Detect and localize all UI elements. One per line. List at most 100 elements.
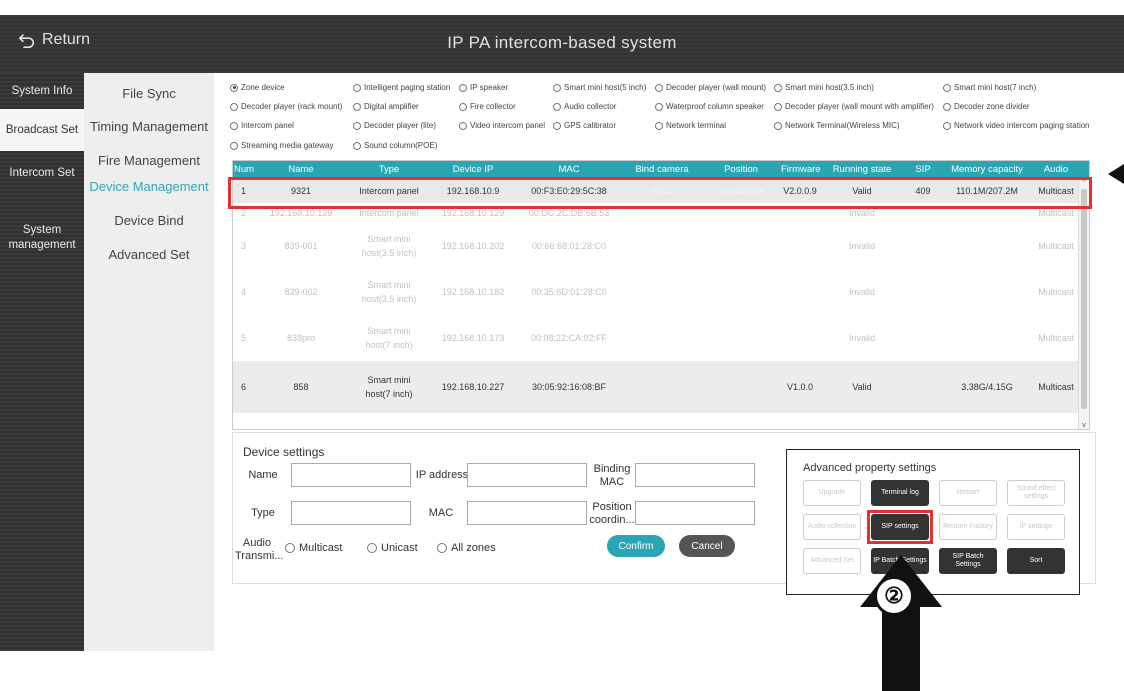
audio-transmission-label: Audio Transmi... — [235, 537, 284, 562]
device-type-filter: Zone device Intelligent paging station I… — [230, 81, 1120, 171]
secondary-nav: File Sync Timing Management Fire Managem… — [84, 73, 214, 651]
radio-device-type[interactable]: Smart mini host(3.5 inch) — [774, 83, 874, 92]
type-input[interactable] — [291, 501, 411, 525]
pointer-arrow-icon — [1108, 164, 1124, 184]
header-bar: Return IP PA intercom-based system — [0, 15, 1124, 73]
radio-dot — [655, 102, 663, 111]
table-row[interactable]: 3 839-001 Smart mini host(3.5 inch) 192.… — [233, 223, 1089, 269]
restart-button[interactable]: Restart — [939, 480, 997, 506]
nav-intercom-set[interactable]: Intercom Set — [0, 153, 84, 193]
sip-batch-settings-button[interactable]: SIP Batch Settings — [939, 548, 997, 574]
radio-device-type[interactable]: Sound column(POE) — [353, 141, 437, 150]
cancel-button[interactable]: Cancel — [679, 535, 735, 557]
binding-mac-input[interactable] — [635, 463, 755, 487]
radio-dot — [353, 102, 361, 111]
sip-settings-highlight — [867, 510, 933, 544]
binding-mac-label: Binding MAC — [593, 463, 631, 488]
nav-broadcast-set[interactable]: Broadcast Set — [0, 109, 84, 151]
chevron-down-icon[interactable]: v — [1080, 422, 1088, 429]
radio-device-type[interactable]: Fire collector — [459, 102, 516, 111]
audio-option-multicast[interactable]: Multicast — [285, 542, 342, 554]
page-title: IP PA intercom-based system — [447, 33, 677, 52]
radio-device-type[interactable]: Decoder player (wall mount) — [655, 83, 766, 92]
audio-option-all-zones[interactable]: All zones — [437, 542, 496, 554]
radio-dot — [437, 543, 447, 553]
nav-advanced-set[interactable]: Advanced Set — [84, 247, 214, 262]
radio-dot — [655, 121, 663, 130]
radio-device-type[interactable]: Network terminal — [655, 121, 726, 130]
radio-dot — [459, 83, 467, 92]
ip-settings-button[interactable]: IP settings — [1007, 514, 1065, 540]
radio-device-type[interactable]: Streaming media gateway — [230, 141, 334, 150]
nav-timing-management[interactable]: Timing Management — [84, 119, 214, 134]
radio-device-type[interactable]: Video intercom panel — [459, 121, 545, 130]
radio-device-type[interactable]: Decoder player (rack mount) — [230, 102, 342, 111]
name-label: Name — [248, 469, 278, 481]
selected-row-highlight — [228, 177, 1092, 209]
radio-device-type[interactable]: Decoder player (wall mount with amplifie… — [774, 102, 934, 111]
primary-nav: System Info Broadcast Set Intercom Set S… — [0, 73, 84, 651]
scroll-thumb[interactable] — [1081, 189, 1087, 409]
radio-dot — [459, 102, 467, 111]
radio-device-type[interactable]: Waterproof column speaker — [655, 102, 764, 111]
radio-device-type[interactable]: Smart mini host(5 inch) — [553, 83, 646, 92]
terminal-log-button[interactable]: Terminal log — [871, 480, 929, 506]
position-input[interactable] — [635, 501, 755, 525]
audio-collection-button[interactable]: Audio collection — [803, 514, 861, 540]
audio-option-unicast[interactable]: Unicast — [367, 542, 418, 554]
radio-device-type[interactable]: Decoder player (lite) — [353, 121, 436, 130]
type-label: Type — [251, 507, 275, 519]
nav-device-management[interactable]: Device Management — [84, 179, 214, 194]
position-label: Position coordin... — [589, 501, 635, 526]
table-row[interactable]: 4 839-002 Smart mini host(3.5 inch) 192.… — [233, 269, 1089, 315]
radio-dot — [285, 543, 295, 553]
upgrade-button[interactable]: Upgrade — [803, 480, 861, 506]
radio-device-type[interactable]: Intelligent paging station — [353, 83, 450, 92]
radio-dot — [367, 543, 377, 553]
radio-dot — [230, 102, 238, 111]
step-marker: ② — [874, 576, 914, 616]
radio-dot — [353, 141, 361, 150]
confirm-button[interactable]: Confirm — [607, 535, 665, 557]
device-settings-title: Device settings — [243, 445, 325, 459]
radio-device-type[interactable]: Audio collector — [553, 102, 616, 111]
radio-dot — [353, 121, 361, 130]
nav-device-bind[interactable]: Device Bind — [84, 213, 214, 228]
nav-system-info[interactable]: System Info — [0, 73, 84, 109]
table-row[interactable]: 6 858 Smart mini host(7 inch) 192.168.10… — [233, 361, 1089, 413]
radio-device-type[interactable]: Zone device — [230, 83, 285, 92]
radio-device-type[interactable]: Decoder zone divider — [943, 102, 1030, 111]
radio-device-type[interactable]: Intercom panel — [230, 121, 294, 130]
sound-effect-settings-button[interactable]: Sound effect settings — [1007, 480, 1065, 506]
radio-device-type[interactable]: IP speaker — [459, 83, 508, 92]
radio-device-type[interactable]: Digital amplifier — [353, 102, 419, 111]
advanced-property-title: Advanced property settings — [803, 462, 937, 474]
radio-dot — [655, 83, 663, 92]
radio-dot — [943, 102, 951, 111]
radio-dot — [774, 121, 782, 130]
table-row[interactable]: 5 838pro Smart mini host(7 inch) 192.168… — [233, 315, 1089, 361]
radio-device-type[interactable]: Network Terminal(Wireless MIC) — [774, 121, 900, 130]
nav-fire-management[interactable]: Fire Management — [84, 153, 214, 168]
radio-device-type[interactable]: GPS calibrator — [553, 121, 616, 130]
radio-dot — [553, 102, 561, 111]
table-scrollbar[interactable]: ^ v — [1078, 179, 1089, 429]
nav-file-sync[interactable]: File Sync — [84, 86, 214, 101]
ip-address-label: IP address — [415, 469, 469, 481]
radio-device-type[interactable]: Network video intercom paging station — [943, 121, 1090, 130]
radio-device-type[interactable]: Smart mini host(7 inch) — [943, 83, 1036, 92]
radio-dot — [943, 83, 951, 92]
radio-dot — [774, 83, 782, 92]
name-input[interactable] — [291, 463, 411, 487]
radio-dot — [230, 121, 238, 130]
advanced-set-button[interactable]: Advanced Set — [803, 548, 861, 574]
sort-button[interactable]: Sort — [1007, 548, 1065, 574]
restore-factory-button[interactable]: Restore Factory — [939, 514, 997, 540]
up-arrow-icon — [860, 555, 942, 691]
radio-dot — [230, 83, 238, 92]
ip-address-input[interactable] — [467, 463, 587, 487]
mac-input[interactable] — [467, 501, 587, 525]
nav-system-management[interactable]: System management — [0, 203, 84, 273]
mac-label: MAC — [428, 507, 454, 519]
radio-dot — [553, 83, 561, 92]
